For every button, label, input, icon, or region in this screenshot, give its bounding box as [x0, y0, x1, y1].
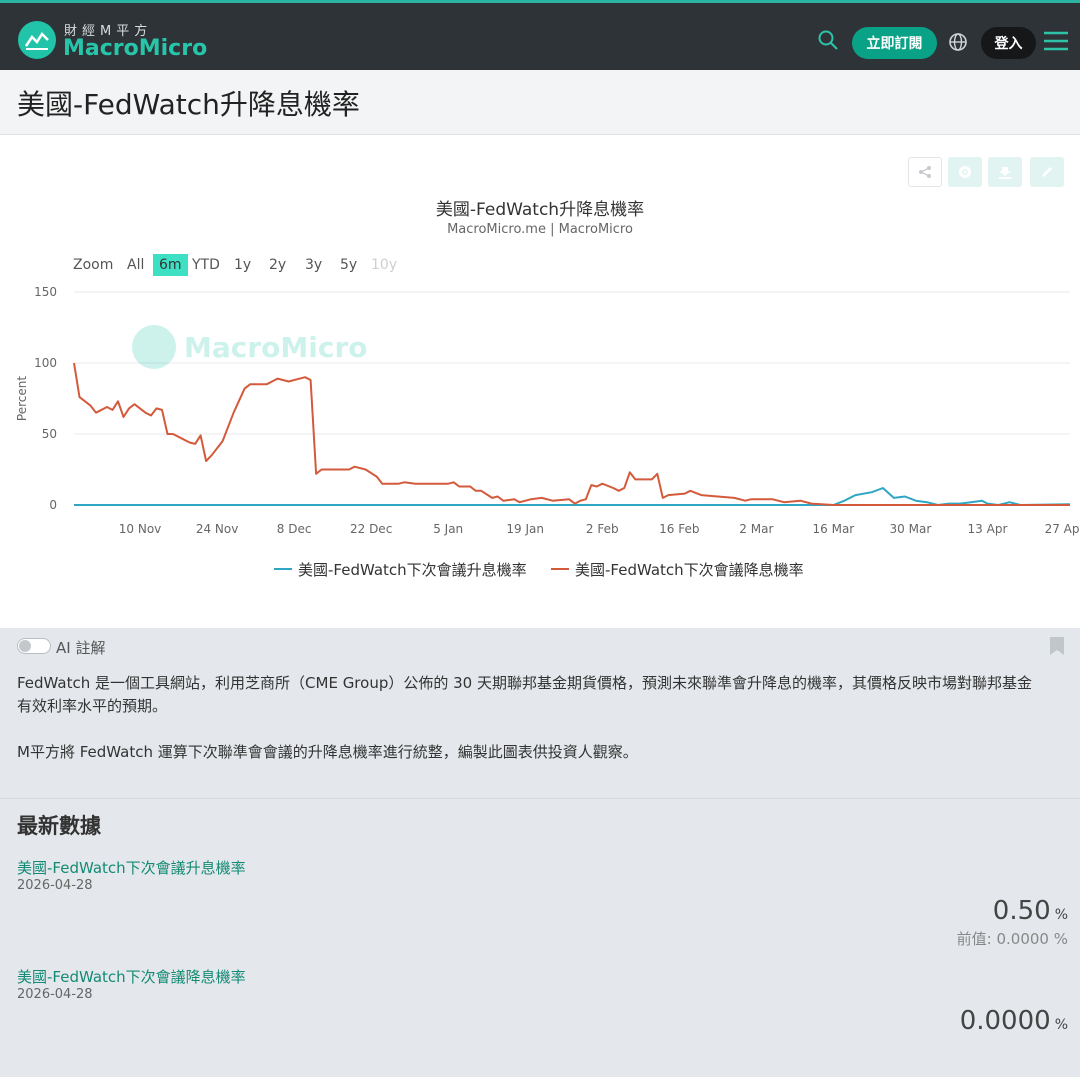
bookmark-icon[interactable]: [1050, 637, 1064, 659]
line-chart: 0 50 100 150 Percent MacroMicro 10 Nov 24 Nov 8 …: [15, 285, 1080, 536]
zoom-2y-button[interactable]: 2y: [269, 257, 286, 273]
value-unit: %: [1054, 907, 1068, 923]
zoom-10y-button: 10y: [371, 257, 398, 273]
value-number: 0.0000: [959, 1006, 1051, 1036]
ai-note-section: AI 註解 FedWatch 是一個工具網站，利用芝商所（CME Group）公…: [0, 628, 1080, 799]
ai-note-label: AI 註解: [56, 639, 106, 657]
legend-swatch-cut: [551, 568, 569, 570]
latest-value-hike: 0.50%: [993, 896, 1068, 926]
edit-icon[interactable]: [1030, 157, 1064, 187]
login-button[interactable]: 登入: [981, 27, 1036, 59]
x-tick-label: 5 Jan: [433, 522, 463, 536]
logo-icon[interactable]: [18, 21, 56, 59]
latest-data-title: 最新數據: [17, 814, 101, 838]
share-icon[interactable]: [908, 157, 942, 187]
zoom-label: Zoom: [73, 257, 114, 273]
search-icon[interactable]: [818, 30, 838, 54]
chart-card: 美國-FedWatch升降息機率 MacroMicro.me | MacroMi…: [0, 135, 1080, 628]
page-title: 美國-FedWatch升降息機率: [17, 88, 360, 121]
description-line-2: 有效利率水平的預期。: [17, 697, 168, 715]
legend-item-cut[interactable]: 美國-FedWatch下次會議降息機率: [551, 559, 804, 579]
watermark: MacroMicro: [132, 325, 368, 369]
x-tick-label: 13 Apr: [968, 522, 1008, 536]
y-tick-label: 50: [42, 427, 57, 441]
x-tick-label: 27 Apr: [1045, 522, 1080, 536]
zoom-ytd-button[interactable]: YTD: [192, 257, 220, 273]
description-line-1: FedWatch 是一個工具網站，利用芝商所（CME Group）公佈的 30 …: [17, 674, 1032, 692]
legend-item-hike[interactable]: 美國-FedWatch下次會議升息機率: [274, 559, 527, 579]
x-tick-label: 19 Jan: [506, 522, 544, 536]
globe-icon[interactable]: [948, 32, 968, 56]
y-tick-label: 0: [49, 498, 57, 512]
series-date-cut: 2026-04-28: [17, 987, 93, 1002]
x-tick-label: 8 Dec: [277, 522, 312, 536]
value-number: 0.50: [992, 896, 1051, 926]
description-paragraph-2: M平方將 FedWatch 運算下次聯準會會議的升降息機率進行統整，編製此圖表供…: [17, 743, 638, 761]
series-link-hike[interactable]: 美國-FedWatch下次會議升息機率: [17, 857, 246, 878]
value-unit: %: [1054, 1017, 1068, 1033]
zoom-3y-button[interactable]: 3y: [305, 257, 322, 273]
ai-note-toggle[interactable]: [17, 638, 51, 654]
x-tick-label: 16 Mar: [813, 522, 855, 536]
logo-text-en[interactable]: MacroMicro: [63, 36, 207, 61]
x-tick-label: 30 Mar: [890, 522, 932, 536]
latest-value-cut: 0.0000%: [960, 1006, 1068, 1036]
top-navbar: 財經M平方 MacroMicro 立即訂閱 登入: [0, 0, 1080, 70]
y-axis-label: Percent: [15, 376, 29, 421]
legend-swatch-hike: [274, 568, 292, 570]
y-tick-label: 150: [34, 285, 57, 299]
zoom-all-button[interactable]: All: [127, 257, 144, 273]
zoom-1y-button[interactable]: 1y: [234, 257, 251, 273]
chart-title: 美國-FedWatch升降息機率: [435, 200, 645, 220]
x-tick-label: 24 Nov: [196, 522, 239, 536]
y-tick-label: 100: [34, 356, 57, 370]
subscribe-button[interactable]: 立即訂閱: [852, 27, 937, 59]
series-link-cut[interactable]: 美國-FedWatch下次會議降息機率: [17, 966, 246, 987]
gear-icon[interactable]: [948, 157, 982, 187]
x-tick-label: 22 Dec: [350, 522, 392, 536]
chart-subtitle: MacroMicro.me | MacroMicro: [447, 222, 633, 237]
toggle-knob: [19, 640, 31, 652]
legend-label-hike: 美國-FedWatch下次會議升息機率: [298, 560, 527, 579]
title-band: 美國-FedWatch升降息機率: [0, 70, 1080, 135]
x-tick-label: 2 Mar: [739, 522, 773, 536]
hamburger-menu-icon[interactable]: [1044, 31, 1068, 55]
series-date-hike: 2026-04-28: [17, 878, 93, 893]
previous-value-hike: 前值: 0.0000 %: [956, 930, 1068, 948]
x-tick-label: 2 Feb: [586, 522, 619, 536]
zoom-6m-button[interactable]: 6m: [153, 254, 188, 276]
zoom-5y-button[interactable]: 5y: [340, 257, 357, 273]
download-icon[interactable]: [988, 157, 1022, 187]
legend-label-cut: 美國-FedWatch下次會議降息機率: [575, 560, 804, 579]
x-tick-label: 10 Nov: [119, 522, 162, 536]
x-tick-label: 16 Feb: [659, 522, 699, 536]
watermark-text: MacroMicro: [184, 331, 368, 364]
